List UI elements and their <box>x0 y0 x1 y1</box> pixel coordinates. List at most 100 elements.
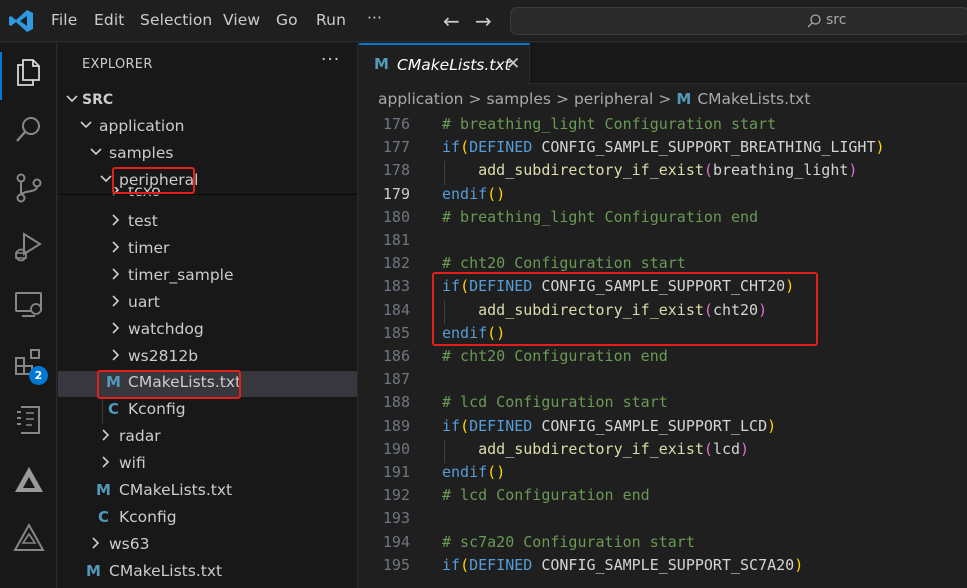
tree-folder-wifi[interactable]: wifi <box>58 452 357 478</box>
code-line[interactable]: 179 endif() <box>359 185 967 208</box>
triangle-build-icon[interactable] <box>12 521 46 555</box>
code-line[interactable]: 177 if(DEFINED CONFIG_SAMPLE_SUPPORT_BREA… <box>359 138 967 161</box>
menu-view[interactable]: View <box>223 11 260 29</box>
code-line[interactable]: 181 <box>359 231 967 254</box>
run-debug-icon[interactable] <box>12 229 46 263</box>
code-function: add_subdirectory_if_exist <box>478 439 704 458</box>
code-line[interactable]: 192 # lcd Configuration end <box>359 486 967 509</box>
arrow-right-icon[interactable]: → <box>475 9 492 33</box>
code-keyword: endif <box>442 463 488 481</box>
code-line[interactable]: 190 add_subdirectory_if_exist(lcd) <box>359 439 967 463</box>
chevron-right-icon <box>102 429 110 441</box>
code-paren: ( <box>460 138 470 157</box>
code-line[interactable]: 188 # lcd Configuration start <box>359 393 967 416</box>
tree-file-kconfig-samples[interactable]: C Kconfig <box>58 506 357 532</box>
code-line[interactable]: 194 # sc7a20 Configuration start <box>359 533 967 556</box>
tree-folder-watchdog[interactable]: watchdog <box>58 318 357 344</box>
search-icon <box>807 14 821 28</box>
menu-go[interactable]: Go <box>276 11 298 29</box>
vscode-logo-icon[interactable] <box>8 9 34 33</box>
code-line[interactable]: 189 if(DEFINED CONFIG_SAMPLE_SUPPORT_LCD) <box>359 417 967 440</box>
chevron-right-icon <box>112 322 120 334</box>
tree-label: timer_sample <box>128 266 234 284</box>
code-paren: ( <box>703 300 713 319</box>
line-number: 176 <box>382 115 410 133</box>
code-line[interactable]: 187 <box>359 370 967 393</box>
active-indicator <box>0 52 2 100</box>
cmake-file-icon: M <box>106 373 121 391</box>
tree-folder-ws2812b[interactable]: ws2812b <box>58 345 357 371</box>
line-number: 183 <box>382 277 410 296</box>
code-line[interactable]: 191 endif() <box>359 463 967 486</box>
code-paren: ( <box>487 323 497 342</box>
code-paren: ( <box>460 277 470 296</box>
code-identifier: CONFIG_SAMPLE_SUPPORT_LCD <box>532 416 768 435</box>
tree-file-cmakelists-application[interactable]: M CMakeLists.txt <box>58 560 357 586</box>
code-line[interactable]: 183 if(DEFINED CONFIG_SAMPLE_SUPPORT_CHT2… <box>359 277 967 300</box>
cmake-file-icon: M <box>96 481 111 499</box>
tree-folder-tcxo[interactable]: tcxo <box>58 187 357 205</box>
extensions-badge: 2 <box>29 366 48 385</box>
breadcrumb-peripheral[interactable]: peripheral <box>574 90 653 108</box>
code-line[interactable]: 182 # cht20 Configuration start <box>359 254 967 277</box>
tree-folder-uart[interactable]: uart <box>58 291 357 317</box>
chevron-right-icon <box>102 456 110 468</box>
menu-run[interactable]: Run <box>316 11 346 29</box>
code-comment: # breathing_light Configuration end <box>442 207 759 226</box>
search-icon[interactable] <box>12 113 46 147</box>
breadcrumb-application[interactable]: application <box>378 90 464 108</box>
code-text: # cht20 Configuration start <box>442 254 686 272</box>
code-text: # lcd Configuration start <box>442 393 668 411</box>
device-manager-icon[interactable] <box>12 403 46 437</box>
tree-file-cmakelists-peripheral[interactable]: M CMakeLists.txt <box>58 371 357 397</box>
tree-folder-application[interactable]: application <box>58 115 357 141</box>
close-icon[interactable]: ✕ <box>506 54 520 74</box>
line-number: 178 <box>382 161 410 180</box>
code-text: if(DEFINED CONFIG_SAMPLE_SUPPORT_BREATHI… <box>442 138 885 156</box>
code-line[interactable]: 184 add_subdirectory_if_exist(cht20) <box>359 300 967 324</box>
code-text: # breathing_light Configuration start <box>442 115 776 133</box>
code-function: add_subdirectory_if_exist <box>478 300 704 319</box>
tree-file-kconfig-peripheral[interactable]: C Kconfig <box>58 398 357 424</box>
tree-folder-samples[interactable]: samples <box>58 142 357 168</box>
menu-selection[interactable]: Selection <box>140 11 212 29</box>
code-text: # lcd Configuration end <box>442 486 650 504</box>
breadcrumb-file[interactable]: CMakeLists.txt <box>697 90 810 108</box>
arrow-left-icon[interactable]: ← <box>443 9 460 33</box>
code-paren: ) <box>794 555 804 574</box>
tab-cmakelists[interactable]: M CMakeLists.txt ✕ <box>359 43 530 85</box>
remote-explorer-icon[interactable] <box>12 287 46 321</box>
breadcrumb-samples[interactable]: samples <box>487 90 551 108</box>
tree-file-cmakelists-samples[interactable]: M CMakeLists.txt <box>58 479 357 505</box>
code-line[interactable]: 180 # breathing_light Configuration end <box>359 208 967 231</box>
code-line[interactable]: 176 # breathing_light Configuration start <box>359 115 967 138</box>
code-line[interactable]: 185 endif() <box>359 324 967 347</box>
code-argument: cht20 <box>712 300 759 319</box>
menu-more[interactable]: ··· <box>367 9 382 27</box>
tree-label: Kconfig <box>128 400 186 418</box>
tree-folder-timer-sample[interactable]: timer_sample <box>58 264 357 290</box>
explorer-more-actions[interactable]: ··· <box>321 50 340 70</box>
tree-root-src[interactable]: SRC <box>58 89 357 115</box>
line-number: 177 <box>382 138 410 157</box>
sticky-scroll-shadow <box>58 194 357 195</box>
code-paren: ) <box>496 323 506 342</box>
code-paren: ( <box>703 161 713 180</box>
tree-folder-radar[interactable]: radar <box>58 425 357 451</box>
explorer-icon[interactable] <box>12 55 46 89</box>
code-line[interactable]: 178 add_subdirectory_if_exist(breathing_… <box>359 161 967 185</box>
triangle-tool-icon[interactable] <box>12 463 46 497</box>
menu-edit[interactable]: Edit <box>94 11 124 29</box>
tree-folder-timer[interactable]: timer <box>58 237 357 263</box>
command-center-search[interactable]: src <box>510 7 967 35</box>
tree-folder-ws63[interactable]: ws63 <box>58 533 357 559</box>
tree-folder-test[interactable]: test <box>58 210 357 236</box>
menu-file[interactable]: File <box>51 11 77 29</box>
code-paren: ) <box>785 277 795 296</box>
tab-label: CMakeLists.txt <box>397 56 511 74</box>
code-line[interactable]: 195 if(DEFINED CONFIG_SAMPLE_SUPPORT_SC7A… <box>359 556 967 579</box>
source-control-icon[interactable] <box>12 171 46 205</box>
code-line[interactable]: 193 <box>359 509 967 532</box>
code-keyword: if <box>442 416 461 435</box>
code-line[interactable]: 186 # cht20 Configuration end <box>359 347 967 370</box>
